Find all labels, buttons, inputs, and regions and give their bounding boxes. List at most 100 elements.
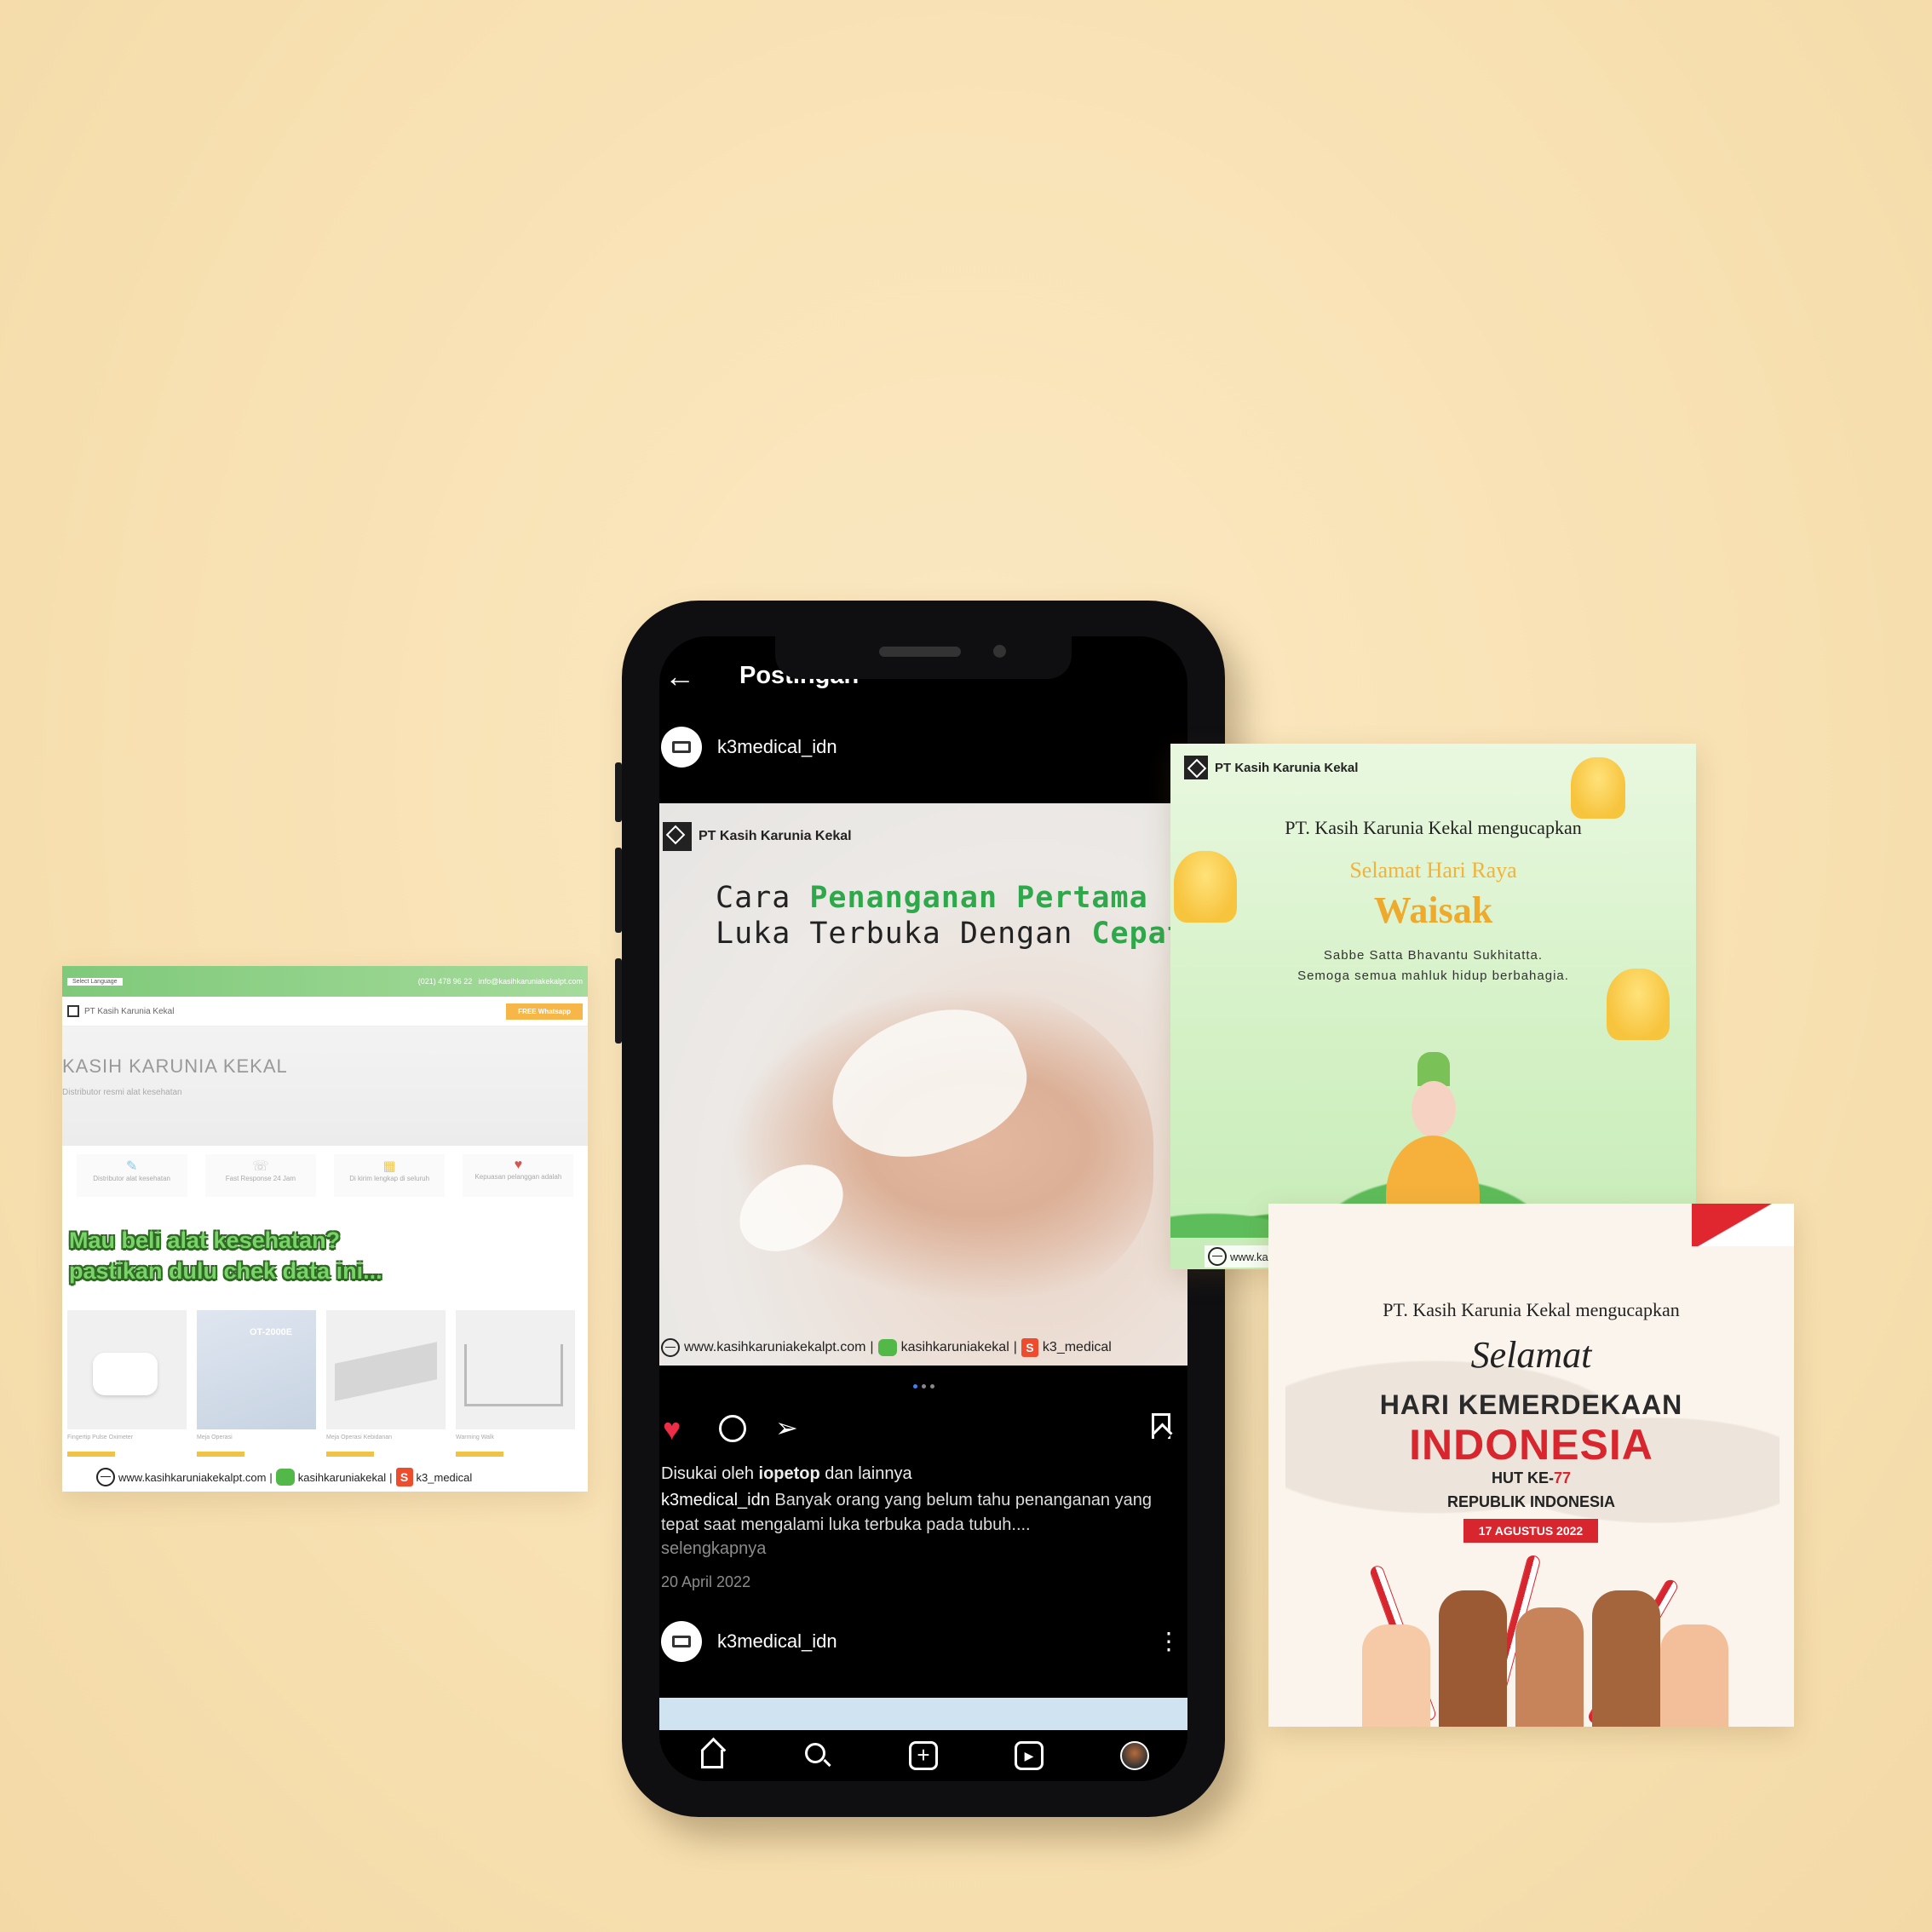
- product-name: Meja Operasi: [197, 1435, 233, 1440]
- footer-separator: |: [870, 1340, 874, 1354]
- website-brand-name: PT Kasih Karunia Kekal: [84, 1006, 175, 1016]
- camera: [993, 645, 1006, 658]
- headline-line-2: pastikan dulu chek data ini...: [69, 1258, 382, 1284]
- hero-subtitle: Distributor resmi alat kesehatan: [62, 1088, 182, 1097]
- feature-label: Di kirim lengkap di seluruh: [349, 1175, 430, 1182]
- product-name: Meja Operasi Kebidanan: [326, 1435, 393, 1440]
- post-image[interactable]: PT Kasih Karunia Kekal Cara Penanganan P…: [659, 803, 1187, 1366]
- phone-button: [615, 762, 622, 822]
- box-icon: ▦: [382, 1159, 396, 1174]
- fist-icon: [1439, 1590, 1507, 1727]
- product-card[interactable]: Fingertip Pulse Oximeter: [67, 1310, 187, 1457]
- back-arrow-icon[interactable]: ←: [664, 658, 695, 694]
- footer-tokopedia: kasihkaruniakekal: [297, 1470, 387, 1484]
- feature-label: Kepuasan pelanggan adalah: [474, 1173, 562, 1181]
- product-card[interactable]: Warming Walk: [456, 1310, 575, 1457]
- post-brand-name: PT Kasih Karunia Kekal: [699, 829, 852, 843]
- product-tag: [326, 1452, 374, 1457]
- speaker: [879, 647, 961, 657]
- tokopedia-icon: [877, 1339, 897, 1356]
- footer-separator: |: [269, 1470, 273, 1484]
- merdeka-hut: HUT KE-77: [1268, 1469, 1794, 1487]
- feature-item: ♥ Kepuasan pelanggan adalah: [463, 1154, 574, 1197]
- comment-icon[interactable]: [719, 1415, 746, 1442]
- waisak-selamat: Selamat Hari Raya: [1349, 858, 1517, 883]
- merdeka-greeting: PT. Kasih Karunia Kekal mengucapkan: [1383, 1299, 1680, 1320]
- product-name: Warming Walk: [456, 1435, 494, 1440]
- independence-day-card: PT. Kasih Karunia Kekal mengucapkan Sela…: [1268, 1204, 1794, 1727]
- whatsapp-button[interactable]: FREE Whatsapp: [506, 1003, 583, 1020]
- carousel-dot: [922, 1384, 926, 1389]
- language-select[interactable]: Select Language: [67, 977, 123, 986]
- caption-username[interactable]: k3medical_idn: [661, 1491, 770, 1509]
- feature-label: Distributor alat kesehatan: [93, 1175, 170, 1182]
- footer-website: www.kasihkaruniakekalpt.com: [684, 1340, 866, 1354]
- website-brand[interactable]: PT Kasih Karunia Kekal: [67, 1005, 174, 1017]
- profile-icon[interactable]: [1120, 1741, 1149, 1770]
- footer-shopee: k3_medical: [1042, 1340, 1112, 1354]
- buddha-head: [1412, 1081, 1456, 1137]
- fist-icon: [1362, 1624, 1430, 1727]
- topbar-phone: (021) 478 96 22: [417, 977, 473, 986]
- lantern-icon: [1571, 757, 1625, 819]
- footer-shopee: k3_medical: [416, 1470, 473, 1484]
- oximeter-image: [93, 1353, 158, 1395]
- search-icon[interactable]: [803, 1741, 832, 1770]
- avatar[interactable]: [661, 1621, 702, 1662]
- waisak-greeting-card: PT Kasih Karunia Kekal PT. Kasih Karunia…: [1170, 744, 1696, 1269]
- headline-text: Luka Terbuka Dengan: [716, 917, 1092, 951]
- next-post-author-row: k3medical_idn ⋮: [659, 1616, 1187, 1667]
- shopee-icon: S: [395, 1468, 413, 1486]
- send-icon[interactable]: ➢: [775, 1412, 798, 1444]
- feature-row: ✎ Distributor alat kesehatan ☏ Fast Respon…: [62, 1146, 588, 1205]
- post-author-row: k3medical_idn: [659, 722, 1187, 773]
- fist-icon: [1660, 1624, 1728, 1727]
- merdeka-title-2: INDONESIA: [1409, 1421, 1653, 1469]
- carousel-dot: [930, 1384, 934, 1389]
- avatar[interactable]: [661, 727, 702, 768]
- post-social-footer: www.kasihkaruniakekalpt.com | kasihkarun…: [661, 1338, 1112, 1357]
- flag-ribbon-corner: [1692, 1204, 1794, 1246]
- operating-table-image: [335, 1342, 437, 1401]
- home-icon[interactable]: [698, 1741, 727, 1770]
- product-row: Fingertip Pulse Oximeter OT-2000E Meja O…: [62, 1310, 588, 1457]
- heart-icon: ♥: [514, 1158, 523, 1172]
- phone-mockup: ← Postingan k3medical_idn PT Kasih Karun…: [615, 601, 1225, 1817]
- waisak-line-2: Semoga semua mahluk hidup berbahagia.: [1297, 969, 1569, 983]
- username[interactable]: k3medical_idn: [717, 736, 837, 758]
- hero-title: KASIH KARUNIA KEKAL: [62, 1055, 288, 1077]
- website-hero: KASIH KARUNIA KEKAL Distributor resmi al…: [62, 1026, 588, 1146]
- bookmark-icon[interactable]: [1152, 1413, 1170, 1439]
- likes-text[interactable]: Disukai oleh iopetop dan lainnya: [661, 1464, 912, 1484]
- next-post-image[interactable]: [659, 1698, 1187, 1732]
- post-headline: Cara Penanganan Pertama Luka Terbuka Den…: [716, 880, 1186, 952]
- merdeka-title-4: REPUBLIK INDONESIA: [1446, 1493, 1615, 1510]
- footer-tokopedia: kasihkaruniakekal: [900, 1340, 1009, 1354]
- k3-logo-icon: [1184, 756, 1208, 779]
- likes-user[interactable]: iopetop: [759, 1464, 820, 1483]
- globe-icon: [96, 1468, 115, 1486]
- bottom-tab-bar: + ▶: [659, 1730, 1187, 1781]
- product-card[interactable]: OT-2000E Meja Operasi: [197, 1310, 316, 1457]
- add-icon[interactable]: +: [909, 1741, 938, 1770]
- post-caption: k3medical_idn Banyak orang yang belum ta…: [661, 1488, 1177, 1538]
- globe-icon: [1208, 1247, 1227, 1266]
- hut-prefix: HUT KE-: [1491, 1469, 1554, 1486]
- topbar-email: info@kasihkaruniakekalpt.com: [478, 977, 583, 986]
- reels-icon[interactable]: ▶: [1015, 1741, 1044, 1770]
- heart-icon[interactable]: ♥: [663, 1412, 681, 1447]
- merdeka-title-1: HARI KEMERDEKAAN: [1379, 1389, 1683, 1420]
- merdeka-selamat: Selamat: [1470, 1334, 1592, 1376]
- phone-screen: ← Postingan k3medical_idn PT Kasih Karun…: [659, 636, 1187, 1781]
- product-card[interactable]: Meja Operasi Kebidanan: [326, 1310, 446, 1457]
- username[interactable]: k3medical_idn: [717, 1630, 837, 1653]
- topbar-contacts: (021) 478 96 22 info@kasihkaruniakekalpt…: [418, 977, 583, 986]
- raised-fists-illustration: [1345, 1554, 1728, 1727]
- product-tag: [67, 1452, 115, 1457]
- more-options-icon[interactable]: ⋮: [1157, 1630, 1181, 1653]
- website-headline: Mau beli alat kesehatan? pastikan dulu c…: [69, 1225, 382, 1286]
- carousel-dots: [913, 1384, 934, 1389]
- footer-separator: |: [1013, 1340, 1017, 1354]
- tokopedia-icon: [275, 1469, 295, 1486]
- more-link[interactable]: selengkapnya: [661, 1539, 766, 1559]
